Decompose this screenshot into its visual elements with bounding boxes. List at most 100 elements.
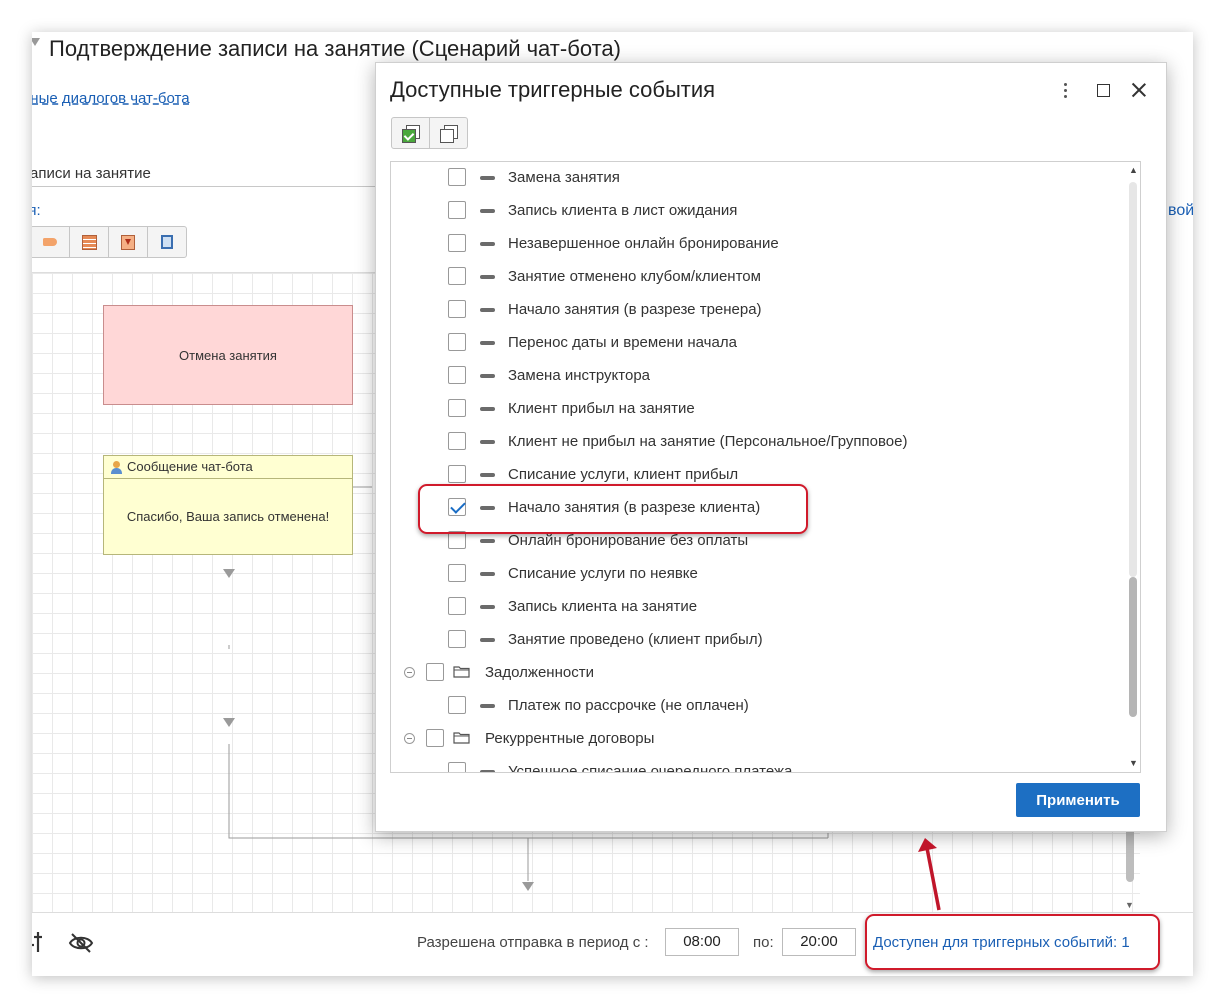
event-checkbox[interactable]	[448, 333, 466, 351]
diagram-toolbar	[32, 226, 187, 258]
scroll-up-arrow-icon[interactable]: ▲	[1129, 165, 1138, 175]
event-checkbox[interactable]	[448, 696, 466, 714]
hide-eye-icon[interactable]	[68, 933, 94, 953]
dialog-toolbar	[391, 117, 468, 149]
chatbot-message-node[interactable]: Сообщение чат-бота Спасибо, Ваша запись …	[103, 455, 353, 555]
event-label: Замена инструктора	[508, 367, 651, 384]
event-checkbox[interactable]	[448, 366, 466, 384]
connector-arrow	[223, 569, 235, 578]
event-row[interactable]: Онлайн бронирование без оплаты	[391, 524, 1125, 557]
check-all-button[interactable]	[392, 118, 430, 148]
event-type-icon	[480, 539, 495, 543]
event-row[interactable]: Начало занятия (в разрезе клиента)	[391, 491, 1125, 524]
events-list[interactable]: Замена занятия Запись клиента в лист ожид…	[390, 161, 1141, 773]
event-row[interactable]: Клиент прибыл на занятие	[391, 392, 1125, 425]
annotation-arrow-icon	[918, 838, 941, 911]
event-label: Онлайн бронирование без оплаты	[508, 532, 749, 549]
event-checkbox[interactable]	[448, 630, 466, 648]
event-row[interactable]: Клиент не прибыл на занятие (Персонально…	[391, 425, 1125, 458]
maximize-button[interactable]	[1092, 79, 1114, 101]
event-checkbox[interactable]	[448, 498, 466, 516]
collapse-icon[interactable]	[404, 667, 415, 678]
event-checkbox[interactable]	[448, 168, 466, 186]
connector-arrow	[522, 882, 534, 891]
event-row[interactable]: Незавершенное онлайн бронирование	[391, 227, 1125, 260]
apply-button[interactable]: Применить	[1016, 783, 1140, 817]
period-from-input[interactable]: 08:00	[665, 928, 739, 956]
event-checkbox[interactable]	[448, 597, 466, 615]
dialog-title: Доступные триггерные события	[390, 77, 716, 102]
panel-button[interactable]	[148, 227, 186, 257]
event-row[interactable]: Занятие отменено клубом/клиентом	[391, 260, 1125, 293]
event-checkbox[interactable]	[448, 432, 466, 450]
event-label: Списание услуги, клиент прибыл	[508, 466, 739, 483]
event-label: Занятие проведено (клиент прибыл)	[508, 631, 763, 648]
event-checkbox[interactable]	[448, 531, 466, 549]
event-row[interactable]: Замена занятия	[391, 162, 1125, 194]
event-group-checkbox[interactable]	[426, 663, 444, 681]
scrollbar-thumb[interactable]	[1129, 577, 1137, 717]
title-collapse-icon[interactable]	[32, 38, 40, 46]
cancel-class-node-label: Отмена занятия	[179, 347, 277, 363]
event-row[interactable]: Успешное списание очередного платежа	[391, 755, 1125, 772]
uncheck-all-icon	[440, 124, 458, 143]
event-checkbox[interactable]	[448, 762, 466, 772]
event-group-checkbox[interactable]	[426, 729, 444, 747]
panel-icon	[161, 235, 173, 249]
event-row[interactable]: Запись клиента в лист ожидания	[391, 194, 1125, 227]
trigger-events-link[interactable]: Доступен для триггерных событий: 1	[873, 934, 1130, 951]
event-row[interactable]: Занятие проведено (клиент прибыл)	[391, 623, 1125, 656]
event-row[interactable]: Запись клиента на занятие	[391, 590, 1125, 623]
event-label: Перенос даты и времени начала	[508, 334, 737, 351]
event-checkbox[interactable]	[448, 234, 466, 252]
event-type-icon	[480, 770, 495, 772]
event-row[interactable]: Перенос даты и времени начала	[391, 326, 1125, 359]
event-checkbox[interactable]	[448, 267, 466, 285]
cancel-class-node[interactable]: Отмена занятия	[103, 305, 353, 405]
event-row[interactable]: Платеж по рассрочке (не оплачен)	[391, 689, 1125, 722]
move-down-button[interactable]	[109, 227, 148, 257]
rows-icon	[81, 234, 97, 250]
move-down-icon	[121, 234, 135, 250]
period-to-input[interactable]: 20:00	[782, 928, 856, 956]
event-type-icon	[480, 605, 495, 609]
event-group-label: Задолженности	[485, 664, 594, 681]
event-group-row[interactable]: Задолженности	[391, 656, 1125, 689]
event-label: Занятие отменено клубом/клиентом	[508, 268, 761, 285]
draw-button[interactable]	[32, 227, 70, 257]
scenario-title: Подтверждение записи на занятие (Сценари…	[49, 36, 621, 61]
event-checkbox[interactable]	[448, 201, 466, 219]
event-row[interactable]: Списание услуги по неявке	[391, 557, 1125, 590]
folder-icon	[453, 732, 470, 744]
event-row[interactable]: Начало занятия (в разрезе тренера)	[391, 293, 1125, 326]
event-row[interactable]: Списание услуги, клиент прибыл	[391, 458, 1125, 491]
event-type-icon	[480, 407, 495, 411]
period-to-label: по:	[753, 934, 774, 951]
more-button[interactable]	[1054, 79, 1076, 101]
close-button[interactable]	[1128, 79, 1150, 101]
message-node-text: Спасибо, Ваша запись отменена!	[126, 509, 330, 524]
clipped-right-text: вой	[1168, 202, 1193, 219]
scroll-down-arrow-icon[interactable]: ▼	[1129, 758, 1138, 768]
event-row[interactable]: Замена инструктора	[391, 359, 1125, 392]
settings-sliders-icon[interactable]	[32, 931, 46, 953]
uncheck-all-button[interactable]	[430, 118, 467, 148]
event-checkbox[interactable]	[448, 564, 466, 582]
event-checkbox[interactable]	[448, 399, 466, 417]
name-field[interactable]: аписи на занятие	[32, 160, 390, 187]
collapse-icon[interactable]	[404, 733, 415, 744]
pencil-icon	[43, 238, 57, 246]
scrollbar-track	[1129, 182, 1137, 577]
folder-icon	[453, 666, 470, 678]
scroll-down-arrow-icon[interactable]: ▼	[1125, 900, 1134, 910]
event-checkbox[interactable]	[448, 465, 466, 483]
event-group-label: Рекуррентные договоры	[485, 730, 655, 747]
event-type-icon	[480, 638, 495, 642]
events-list-scrollbar[interactable]: ▲ ▼	[1126, 162, 1140, 772]
event-group-row[interactable]: Рекуррентные договоры	[391, 722, 1125, 755]
event-checkbox[interactable]	[448, 300, 466, 318]
chatbot-dialogs-link[interactable]: нные диалогов чат-бота	[32, 90, 190, 107]
rows-button[interactable]	[70, 227, 109, 257]
event-type-icon	[480, 506, 495, 510]
connector-arrow	[223, 718, 235, 727]
